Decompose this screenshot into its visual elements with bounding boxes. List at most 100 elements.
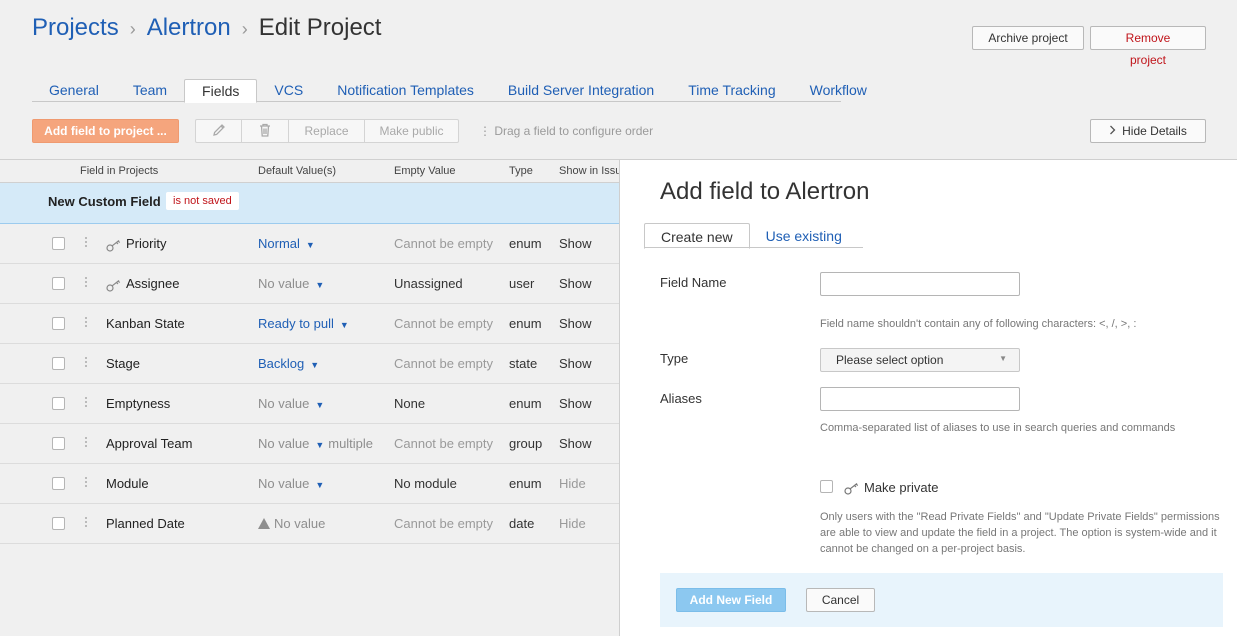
empty-value[interactable]: No module [394, 476, 457, 491]
default-value-text: No value [258, 476, 310, 491]
default-value[interactable]: Ready to pull ▼ [258, 316, 349, 331]
new-field-row[interactable]: New Custom Field is not saved [0, 183, 620, 224]
show-in-issue[interactable]: Show [559, 236, 592, 251]
field-name[interactable]: Module [106, 476, 149, 491]
drag-handle-icon[interactable] [84, 237, 88, 251]
breadcrumb-separator: › [129, 19, 136, 39]
row-checkbox[interactable] [52, 397, 65, 410]
breadcrumb-projects-link[interactable]: Projects [32, 14, 119, 42]
field-name[interactable]: Stage [106, 356, 140, 371]
breadcrumb-separator: › [241, 19, 248, 39]
tab-notification-templates[interactable]: Notification Templates [320, 79, 491, 102]
default-value[interactable]: Normal ▼ [258, 236, 315, 251]
tab-vcs[interactable]: VCS [257, 79, 320, 102]
row-checkbox[interactable] [52, 237, 65, 250]
tab-time-tracking[interactable]: Time Tracking [671, 79, 792, 102]
empty-value[interactable]: Cannot be empty [394, 516, 493, 531]
drag-handle-icon[interactable] [84, 437, 88, 451]
drag-handle-icon[interactable] [84, 477, 88, 491]
row-checkbox[interactable] [52, 277, 65, 290]
tab-use-existing[interactable]: Use existing [750, 223, 858, 248]
show-in-issue[interactable]: Hide [559, 476, 586, 491]
col-default: Default Value(s) [258, 165, 337, 177]
row-checkbox[interactable] [52, 517, 65, 530]
delete-button[interactable] [242, 120, 289, 142]
empty-value[interactable]: Unassigned [394, 276, 463, 291]
make-private-checkbox[interactable] [820, 480, 833, 493]
tab-team[interactable]: Team [116, 79, 184, 102]
cancel-button[interactable]: Cancel [806, 588, 875, 612]
edit-button[interactable] [196, 120, 242, 142]
table-row[interactable]: Stage Backlog ▼ Cannot be empty state Show [0, 344, 620, 384]
drag-handle-icon[interactable] [84, 517, 88, 531]
table-row[interactable]: Approval Team No value ▼ multiple Cannot be … [0, 424, 620, 464]
tab-create-new[interactable]: Create new [644, 223, 750, 249]
default-value[interactable]: No value ▼ multiple [258, 436, 373, 451]
field-type: date [509, 516, 535, 531]
field-name[interactable]: Planned Date [106, 516, 185, 531]
tab-workflow[interactable]: Workflow [793, 79, 884, 102]
empty-value[interactable]: None [394, 396, 425, 411]
default-value[interactable]: No value ▼ [258, 396, 324, 411]
tab-general[interactable]: General [32, 79, 116, 102]
archive-project-button[interactable]: Archive project [972, 26, 1084, 50]
field-type: enum [509, 316, 542, 331]
replace-button[interactable]: Replace [289, 120, 365, 142]
default-value[interactable]: Backlog ▼ [258, 356, 319, 371]
row-checkbox[interactable] [52, 357, 65, 370]
default-value-text: No value [258, 396, 310, 411]
drag-handle-icon[interactable] [84, 277, 88, 291]
key-icon [106, 279, 122, 295]
show-in-issue[interactable]: Show [559, 276, 592, 291]
type-select[interactable]: Please select option ▼ [820, 348, 1020, 372]
table-row[interactable]: Priority Normal ▼ Cannot be empty enum Show [0, 224, 620, 264]
field-name-input[interactable] [820, 272, 1020, 296]
show-in-issue[interactable]: Show [559, 356, 592, 371]
field-name[interactable]: Emptyness [106, 396, 170, 411]
empty-value[interactable]: Cannot be empty [394, 436, 493, 451]
row-checkbox[interactable] [52, 317, 65, 330]
default-value[interactable]: No value ▼ [258, 476, 324, 491]
field-name[interactable]: Assignee [126, 276, 179, 291]
hide-details-button[interactable]: Hide Details [1090, 119, 1206, 143]
new-field-name: New Custom Field [48, 194, 161, 209]
drag-handle-icon[interactable] [84, 317, 88, 331]
drag-handle-icon[interactable] [84, 397, 88, 411]
table-row[interactable]: Planned Date No value Cannot be empty date H… [0, 504, 620, 544]
row-checkbox[interactable] [52, 477, 65, 490]
make-public-button[interactable]: Make public [365, 120, 458, 142]
table-row[interactable]: Module No value ▼ No module enum Hide [0, 464, 620, 504]
tab-build-server-integration[interactable]: Build Server Integration [491, 79, 671, 102]
drag-handle-icon[interactable] [84, 357, 88, 371]
add-field-to-project-button[interactable]: Add field to project ... [32, 119, 179, 143]
field-type: enum [509, 476, 542, 491]
row-checkbox[interactable] [52, 437, 65, 450]
warning-icon [258, 518, 270, 529]
add-new-field-button[interactable]: Add New Field [676, 588, 786, 612]
breadcrumb-project-link[interactable]: Alertron [147, 14, 231, 42]
show-in-issue[interactable]: Hide [559, 516, 586, 531]
remove-project-button[interactable]: Remove project [1090, 26, 1206, 67]
table-row[interactable]: Assignee No value ▼ Unassigned user Show [0, 264, 620, 304]
aliases-input[interactable] [820, 387, 1020, 411]
key-icon [106, 239, 122, 255]
field-name[interactable]: Kanban State [106, 316, 185, 331]
dropdown-caret-icon: ▼ [305, 240, 315, 250]
panel-title: Add field to Alertron [660, 178, 870, 205]
tab-fields[interactable]: Fields [184, 79, 258, 103]
table-row[interactable]: Emptyness No value ▼ None enum Show [0, 384, 620, 424]
make-private-label: Make private [864, 480, 939, 495]
default-value[interactable]: No value [258, 516, 325, 531]
field-name[interactable]: Priority [126, 236, 166, 251]
multiple-label: multiple [328, 436, 374, 451]
show-in-issue[interactable]: Show [559, 316, 592, 331]
show-in-issue[interactable]: Show [559, 436, 592, 451]
empty-value[interactable]: Cannot be empty [394, 356, 493, 371]
empty-value[interactable]: Cannot be empty [394, 236, 493, 251]
default-value[interactable]: No value ▼ [258, 276, 324, 291]
field-name[interactable]: Approval Team [106, 436, 192, 451]
show-in-issue[interactable]: Show [559, 396, 592, 411]
table-row[interactable]: Kanban State Ready to pull ▼ Cannot be empt… [0, 304, 620, 344]
empty-value[interactable]: Cannot be empty [394, 316, 493, 331]
drag-hint: ⋮ Drag a field to configure order [479, 124, 654, 138]
